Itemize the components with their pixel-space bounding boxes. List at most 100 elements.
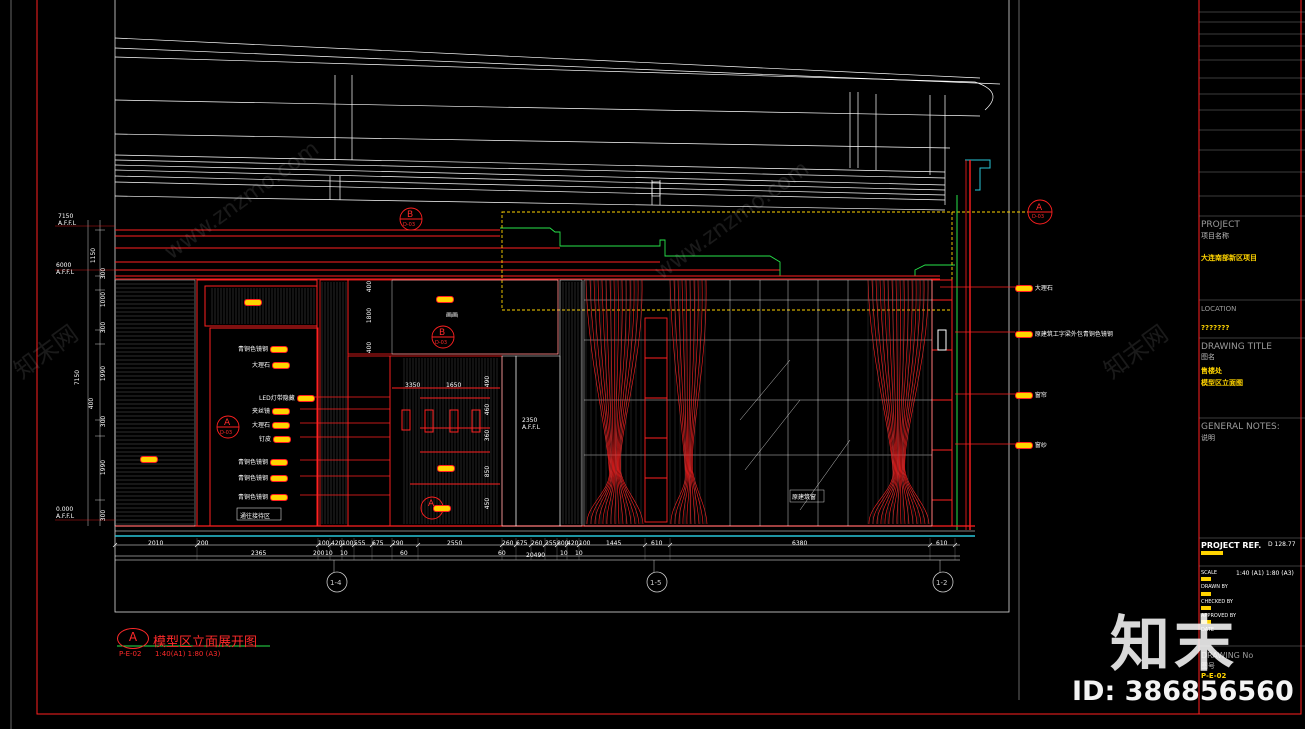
- hdim-100b: 100: [342, 540, 354, 547]
- note-left-1: 青铜色镜钢: [238, 344, 288, 353]
- tb-location-label: LOCATION: [1201, 305, 1237, 313]
- hdim-100a: 100: [318, 540, 330, 547]
- elevation-2350: 2350 A.F.F.L: [522, 417, 541, 431]
- axis-label-1-5: 1-5: [650, 579, 662, 587]
- tb-project-value: 大连南部新区项目: [1201, 254, 1257, 262]
- inner-dim-400b: 400: [366, 341, 374, 354]
- left-hatch: [116, 283, 194, 525]
- tb-project-ref-value: D 128.77: [1268, 541, 1296, 548]
- hdim-260a: 260: [502, 540, 514, 547]
- drawing-title: 模型区立面展开图: [153, 635, 258, 650]
- section-marker-a2: A: [1036, 203, 1043, 213]
- left-wall-panel: [114, 279, 196, 527]
- vdim-300d: 300: [100, 509, 108, 522]
- ceiling-soffit: [115, 211, 1045, 311]
- hdim-610b: 610: [936, 540, 948, 547]
- tb-location-value: ???????: [1201, 324, 1230, 332]
- note-right-2: 原建筑工字梁外包青铜色镜钢: [1015, 329, 1113, 338]
- note-left-5: 大理石: [252, 420, 290, 429]
- section-marker-b1: B: [407, 210, 414, 220]
- tb-scale-value: 1:40 (A1) 1:80 (A3): [1236, 570, 1294, 577]
- label-glass: 原建筑窗: [792, 494, 817, 501]
- inner-dim-360: 360: [484, 429, 492, 442]
- elevation-7150: 7150 A.F.F.L: [58, 213, 77, 227]
- tb-ref-bar: [1201, 551, 1223, 555]
- window-pier: [644, 317, 668, 523]
- curtains: [585, 279, 930, 525]
- watermark-logo: 知末: [1110, 610, 1238, 680]
- hdim-290: 290: [392, 540, 404, 547]
- section-marker-b2: B: [439, 328, 446, 338]
- tag-display: [437, 465, 455, 472]
- inner-dim-460: 460: [484, 403, 492, 416]
- axis-label-1-2: 1-2: [936, 579, 948, 587]
- hdim-2550: 2550: [447, 540, 463, 547]
- hdim2-20490: 20490: [526, 552, 546, 559]
- label-zone: 通往接待区: [240, 513, 271, 520]
- section-marker-a1-ref: D-03: [220, 430, 233, 436]
- tb-drawing-title-cn: 图名: [1201, 353, 1215, 361]
- hdim2-60b: 60: [498, 550, 506, 557]
- note-left-7: 青铜色镜钢: [238, 457, 288, 466]
- tag-left-wall: [140, 456, 158, 463]
- window-glass: [583, 279, 933, 527]
- hdim2-60a: 60: [400, 550, 408, 557]
- hdim2-10d: 10: [575, 550, 583, 557]
- tb-project-ref-label: PROJECT REF.: [1201, 541, 1262, 550]
- hdim-610a: 610: [651, 540, 663, 547]
- vdim-1150: 1150: [90, 247, 98, 264]
- tb-scale-bar: [1201, 577, 1211, 581]
- inner-dim-450: 450: [484, 497, 492, 510]
- hdim-555: 555: [354, 540, 366, 547]
- section-marker-a2-ref: D-03: [1032, 214, 1045, 220]
- note-right-1: 大理石: [1015, 283, 1053, 292]
- tb-drawing-title-2: 模型区立面图: [1201, 379, 1243, 387]
- vdim-300b: 300: [100, 321, 108, 334]
- tb-general-notes-label: GENERAL NOTES:: [1201, 422, 1280, 432]
- note-left-9: 青铜色镜钢: [238, 492, 288, 501]
- elevation-6000: 6000 A.F.F.L: [56, 262, 75, 276]
- elevation-0: 0.000 A.F.F.L: [56, 506, 75, 520]
- hdim2-10c: 10: [560, 550, 568, 557]
- hdim2-2365: 2365: [251, 550, 267, 557]
- vdim-300c: 300: [100, 415, 108, 428]
- drawing-scale: 1:40(A1) 1:80 (A3): [155, 650, 221, 658]
- hdim-200: 200: [197, 540, 209, 547]
- tb-drawing-title-1: 售楼处: [1201, 367, 1222, 375]
- note-left-4: 夹丝镜: [252, 406, 290, 415]
- drawing-title-section-circle: A: [117, 628, 149, 649]
- vdim-7150: 7150: [74, 369, 82, 386]
- note-right-3: 窗帘: [1015, 390, 1047, 399]
- inner-dim-1650: 1650: [446, 382, 462, 389]
- hdim-675a: 675: [372, 540, 384, 547]
- section-marker-a1: A: [224, 418, 231, 428]
- section-marker-b2-ref: D-03: [435, 340, 448, 346]
- tb-project-label: PROJECT: [1201, 220, 1240, 230]
- vdim-1000: 1000: [100, 291, 108, 308]
- tb-project-cn: 项目名称: [1201, 232, 1229, 240]
- hdim-6380: 6380: [792, 540, 808, 547]
- column-hatch: [211, 282, 582, 524]
- tag-painting: [436, 296, 454, 303]
- hdim-355: 355: [545, 540, 557, 547]
- floor: [115, 525, 975, 537]
- inner-dim-400a: 400: [366, 280, 374, 293]
- hdim-1445: 1445: [606, 540, 622, 547]
- tb-drawn-by-label: DRAWN BY: [1201, 584, 1228, 590]
- hdim-260b: 260: [531, 540, 543, 547]
- vdim-1990a: 1990: [100, 365, 108, 382]
- note-right-4: 窗纱: [1015, 440, 1047, 449]
- tb-drawing-title-label: DRAWING TITLE: [1201, 342, 1272, 352]
- note-left-6: 钉皮: [259, 434, 291, 443]
- inner-dim-3350: 3350: [405, 382, 421, 389]
- hdim-675b: 675: [516, 540, 528, 547]
- vdim-300a: 300: [100, 267, 108, 280]
- tb-scale-label: SCALE: [1201, 570, 1218, 576]
- watermark-id: ID: 386856560: [1072, 676, 1294, 707]
- inner-dim-490: 490: [484, 375, 492, 388]
- tag-bottom: [433, 505, 451, 512]
- inner-dim-850: 850: [484, 465, 492, 478]
- inner-dim-1800: 1800: [366, 307, 374, 324]
- hdim2-200: 200: [313, 550, 325, 557]
- hdim2-10a: 10: [325, 550, 333, 557]
